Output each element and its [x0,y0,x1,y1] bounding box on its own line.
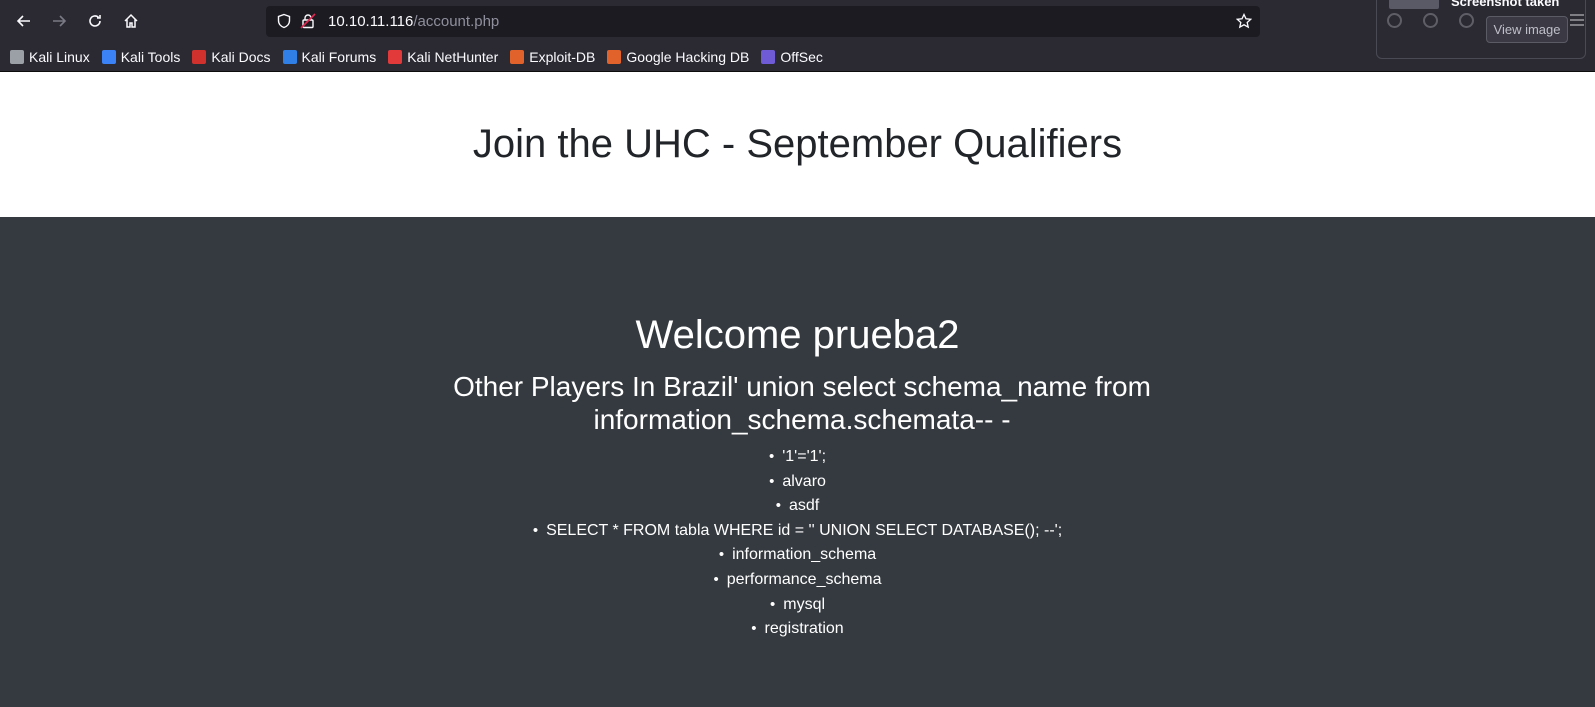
home-button[interactable] [118,8,144,34]
player-list-item: '1'='1'; [0,445,1595,470]
back-button[interactable] [11,8,37,34]
bookmark-label: OffSec [780,49,823,65]
bookmark-label: Kali Linux [29,49,90,65]
player-list-item: information_schema [0,543,1595,568]
bookmark-item[interactable]: Exploit-DB [510,49,595,65]
players-heading: Other Players In Brazil' union select sc… [453,371,1151,435]
player-list-item: asdf [0,494,1595,519]
reload-icon [89,15,101,27]
kali-forums-icon [282,50,297,64]
bookmark-item[interactable]: Kali Docs [192,49,271,65]
hamburger-menu-icon[interactable] [1570,14,1584,28]
players-list: '1'='1';alvaroasdfSELECT * FROM tabla WH… [0,445,1595,642]
bookmark-item[interactable]: Kali NetHunter [388,49,498,65]
toolbar-icons-dimmed [1387,13,1474,28]
account-icon [1423,13,1438,28]
offsec-icon [761,50,776,64]
bookmark-label: Kali NetHunter [407,49,499,65]
pocket-icon [1387,13,1402,28]
player-list-item: registration [0,617,1595,642]
url-path: /account.php [413,13,500,30]
player-list-item: alvaro [0,470,1595,495]
player-list-item: SELECT * FROM tabla WHERE id = '' UNION … [0,519,1595,544]
bookmark-label: Google Hacking DB [626,49,750,65]
url-host: 10.10.11.116 [328,13,414,30]
kali-linux-icon [10,50,24,64]
player-list-item: mysql [0,593,1595,618]
bookmark-label: Kali Tools [120,49,181,65]
screenshot-notification: Screenshot taken View image [1376,0,1586,59]
arrow-left-icon [16,15,30,27]
bookmark-label: Kali Forums [301,49,377,65]
welcome-heading: Welcome prueba2 [635,313,960,357]
player-list-item: performance_schema [0,568,1595,593]
url-text[interactable]: 10.10.11.116/account.php [328,13,499,30]
bookmark-item[interactable]: Google Hacking DB [607,49,749,65]
bookmark-label: Exploit-DB [529,49,596,65]
exploit-db-icon [510,50,525,64]
bookmark-item[interactable]: Kali Tools [101,49,181,65]
bookmark-label: Kali Docs [211,49,271,65]
home-icon [124,13,138,28]
view-image-button[interactable]: View image [1486,16,1568,43]
forward-button[interactable] [46,8,72,34]
page-header-band: Join the UHC - September Qualifiers [0,72,1595,217]
notification-title: Screenshot taken [1451,0,1560,9]
bookmark-star-icon[interactable] [1236,13,1252,29]
screenshot-thumbnail [1389,0,1439,9]
bookmarks-toolbar: Kali Linux Kali Tools Kali Docs Kali Forums… [0,44,835,70]
reload-button[interactable] [82,8,108,34]
ghdb-icon [607,50,622,64]
kali-nethunter-icon [388,50,403,64]
kali-tools-icon [101,50,116,64]
arrow-right-icon [53,15,67,27]
browser-toolbar: 10.10.11.116/account.php Kali Linux Kali … [0,0,1595,72]
bookmark-item[interactable]: OffSec [761,49,823,65]
account-content: Welcome prueba2 Other Players In Brazil'… [0,217,1595,707]
page-title: Join the UHC - September Qualifiers [472,122,1123,166]
url-bar[interactable]: 10.10.11.116/account.php [266,6,1260,37]
insecure-lock-icon[interactable] [300,13,316,29]
bookmark-item[interactable]: Kali Forums [282,49,377,65]
extensions-icon [1459,13,1474,28]
shield-icon[interactable] [276,13,292,29]
kali-docs-icon [192,50,207,64]
bookmark-item[interactable]: Kali Linux [10,49,90,65]
